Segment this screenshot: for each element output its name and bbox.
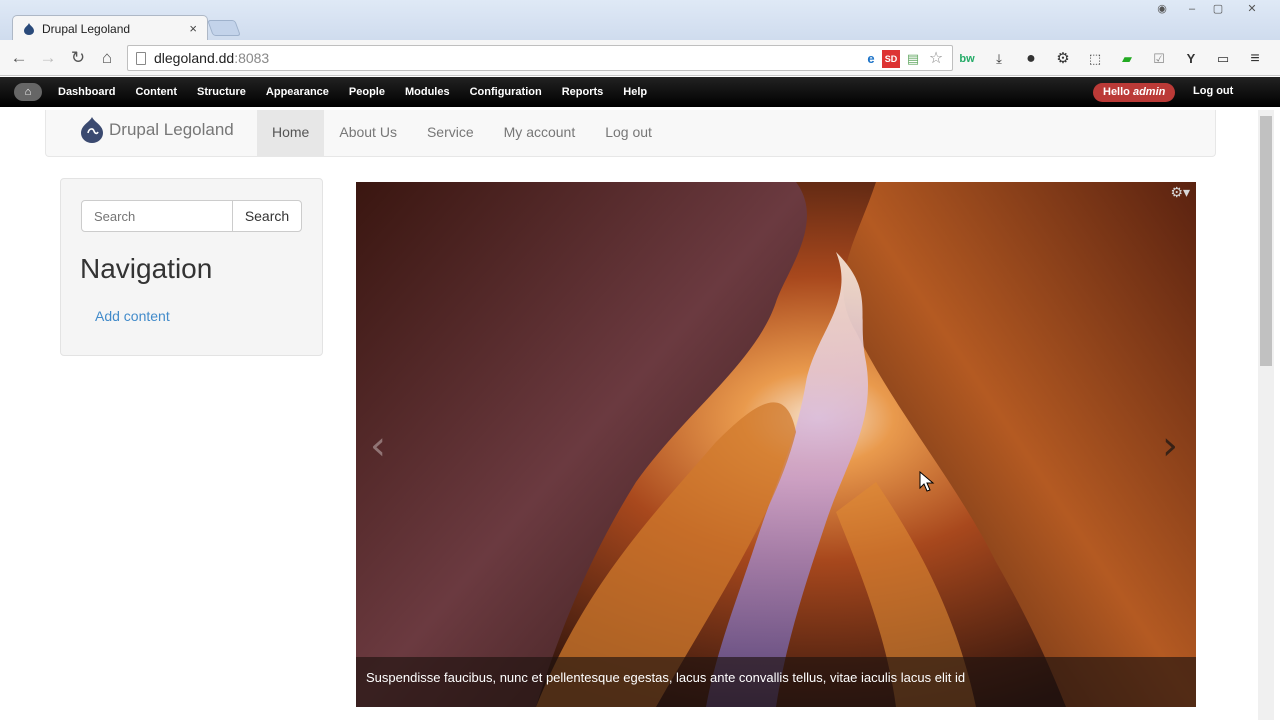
admin-toolbar: ⌂ Dashboard Content Structure Appearance… xyxy=(0,77,1280,107)
nav-log-out[interactable]: Log out xyxy=(590,110,667,156)
navigation-title: Navigation xyxy=(80,253,213,284)
image-carousel: ⚙▾ ‹ › Suspendisse faucibus, nunc et pel… xyxy=(356,182,1196,707)
url-port: :8083 xyxy=(234,50,270,66)
admin-menu-configuration[interactable]: Configuration xyxy=(466,86,546,98)
screenshot-icon[interactable]: ⬚ xyxy=(1086,50,1104,68)
browser-titlebar: Drupal Legoland × ◉ – ▢ ✕ xyxy=(0,0,1280,41)
page-icon xyxy=(136,51,146,65)
bw-extension-icon[interactable]: bw xyxy=(958,50,976,68)
drupal-logo-icon xyxy=(81,117,103,143)
admin-menu-help[interactable]: Help xyxy=(619,86,651,98)
site-navbar: Drupal Legoland Home About Us Service My… xyxy=(45,110,1216,157)
search-input[interactable] xyxy=(81,200,233,232)
tab-close-icon[interactable]: × xyxy=(189,21,197,36)
nav-about-us[interactable]: About Us xyxy=(324,110,412,156)
carousel-next-icon[interactable]: › xyxy=(1162,426,1178,466)
cast-icon[interactable]: ▭ xyxy=(1214,50,1232,68)
tab-title: Drupal Legoland xyxy=(42,21,131,36)
carousel-caption: Suspendisse faucibus, nunc et pellentesq… xyxy=(356,657,1196,707)
home-icon[interactable]: ⌂ xyxy=(96,48,118,68)
admin-menu-structure[interactable]: Structure xyxy=(193,86,250,98)
sidebar: Search Navigation Add content xyxy=(60,178,323,356)
hello-username: admin xyxy=(1132,86,1166,98)
maximize-icon[interactable]: ▢ xyxy=(1206,2,1230,18)
admin-menu-content[interactable]: Content xyxy=(131,86,181,98)
hello-user-badge[interactable]: Hello admin xyxy=(1093,83,1176,102)
gear-extension-icon[interactable]: ⚙ xyxy=(1054,50,1072,68)
browser-toolbar: ← → ↻ ⌂ dlegoland.dd :8083 e SD ▤ ☆ bw ⤓… xyxy=(0,40,1280,76)
mouse-cursor-icon xyxy=(919,471,935,492)
admin-menu-appearance[interactable]: Appearance xyxy=(262,86,333,98)
admin-menu-people[interactable]: People xyxy=(345,86,389,98)
evernote-icon[interactable]: ▰ xyxy=(1118,50,1136,68)
nav-my-account[interactable]: My account xyxy=(489,110,591,156)
page-scrollbar[interactable] xyxy=(1258,110,1274,720)
admin-home-icon[interactable]: ⌂ xyxy=(14,83,42,101)
url-host: dlegoland.dd xyxy=(154,50,235,66)
back-icon[interactable]: ← xyxy=(8,48,30,68)
admin-menu-modules[interactable]: Modules xyxy=(401,86,454,98)
search-button[interactable]: Search xyxy=(232,200,302,232)
site-brand[interactable]: Drupal Legoland xyxy=(79,116,234,144)
nav-service[interactable]: Service xyxy=(412,110,489,156)
carousel-settings-icon[interactable]: ⚙▾ xyxy=(1170,184,1190,201)
compass-icon[interactable]: ● xyxy=(1022,50,1040,68)
carousel-prev-icon[interactable]: ‹ xyxy=(370,426,386,466)
sheet-extension-icon[interactable]: ▤ xyxy=(904,50,922,68)
new-tab-button[interactable] xyxy=(207,20,241,36)
sd-extension-icon[interactable]: SD xyxy=(882,50,900,68)
chrome-menu-icon[interactable]: ≡ xyxy=(1246,50,1264,68)
add-content-link[interactable]: Add content xyxy=(95,308,170,324)
profile-icon[interactable]: ◉ xyxy=(1150,2,1174,18)
browser-tab[interactable]: Drupal Legoland × xyxy=(12,15,208,41)
hello-prefix: Hello xyxy=(1103,86,1133,98)
canyon-image xyxy=(356,182,1196,707)
close-window-icon[interactable]: ✕ xyxy=(1240,2,1264,18)
y-extension-icon[interactable]: Y xyxy=(1182,50,1200,68)
address-bar[interactable]: dlegoland.dd :8083 xyxy=(127,45,953,71)
bookmark-star-icon[interactable]: ☆ xyxy=(927,50,945,68)
nav-home[interactable]: Home xyxy=(257,110,325,156)
check-extension-icon[interactable]: ☑ xyxy=(1150,50,1168,68)
admin-menu-reports[interactable]: Reports xyxy=(558,86,608,98)
forward-icon[interactable]: → xyxy=(37,48,59,68)
scrollbar-thumb[interactable] xyxy=(1260,116,1272,366)
download-icon[interactable]: ⤓ xyxy=(990,50,1008,68)
drupal-favicon-icon xyxy=(24,22,34,35)
reload-icon[interactable]: ↻ xyxy=(67,48,89,68)
admin-menu-dashboard[interactable]: Dashboard xyxy=(54,86,119,98)
brand-name: Drupal Legoland xyxy=(109,120,234,139)
main-nav: Home About Us Service My account Log out xyxy=(257,110,667,156)
edge-extension-icon[interactable]: e xyxy=(862,50,880,68)
minimize-icon[interactable]: – xyxy=(1180,2,1204,18)
admin-logout-link[interactable]: Log out xyxy=(1193,85,1233,97)
